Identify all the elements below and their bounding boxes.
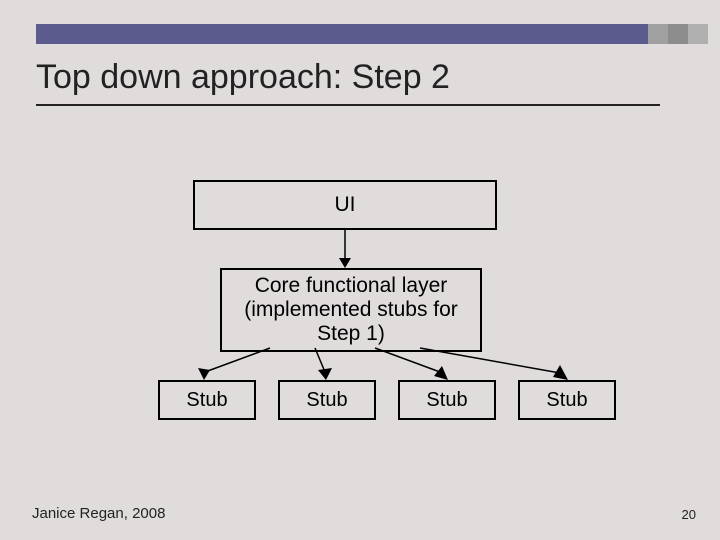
stub-box: Stub — [278, 380, 376, 420]
diagram-area: UI Core functional layer (implemented st… — [0, 0, 720, 540]
stub-box: Stub — [158, 380, 256, 420]
stub-box: Stub — [518, 380, 616, 420]
page-number: 20 — [682, 507, 696, 522]
stub-box: Stub — [398, 380, 496, 420]
footer-author: Janice Regan, 2008 — [32, 505, 165, 522]
core-layer-box: Core functional layer (implemented stubs… — [220, 268, 482, 352]
